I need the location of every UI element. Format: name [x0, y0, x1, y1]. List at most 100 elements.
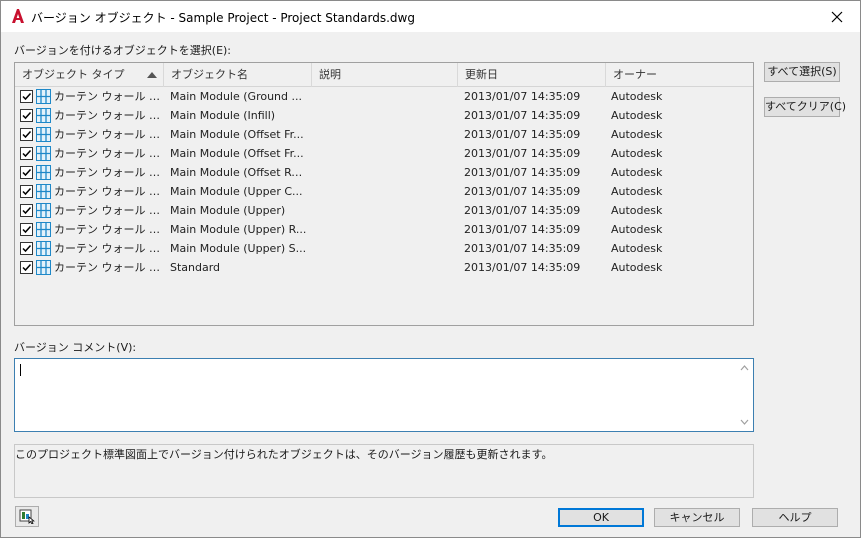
cell-type: カーテン ウォール スタ...	[54, 109, 162, 122]
close-button[interactable]	[814, 1, 860, 32]
cell-date: 2013/01/07 14:35:09	[464, 90, 581, 103]
column-header-owner[interactable]: オーナー	[606, 63, 753, 87]
row-checkbox[interactable]	[20, 242, 33, 255]
curtain-wall-icon	[36, 89, 51, 104]
table-row[interactable]: カーテン ウォール スタ... Main Module (Upper) S... 2…	[15, 239, 753, 258]
comment-label: バージョン コメント(V):	[14, 341, 137, 354]
objects-list[interactable]: オブジェクト タイプ オブジェクト名 説明 更新日 オーナー カーテン ウォール…	[14, 62, 754, 326]
column-header-date[interactable]: 更新日	[458, 63, 606, 87]
comment-scrollbar[interactable]	[736, 359, 753, 431]
cell-name: Main Module (Upper) R...	[170, 223, 307, 236]
table-row[interactable]: カーテン ウォール スタ... Main Module (Offset Re...…	[15, 163, 753, 182]
close-icon	[831, 11, 843, 22]
cell-description	[318, 144, 454, 163]
curtain-wall-icon	[36, 241, 51, 256]
cell-owner: Autodesk	[611, 147, 663, 160]
list-header: オブジェクト タイプ オブジェクト名 説明 更新日 オーナー	[15, 63, 753, 87]
curtain-wall-icon	[36, 146, 51, 161]
row-checkbox[interactable]	[20, 166, 33, 179]
curtain-wall-icon	[36, 127, 51, 142]
row-checkbox[interactable]	[20, 128, 33, 141]
cell-description	[318, 258, 454, 277]
cell-owner: Autodesk	[611, 204, 663, 217]
cell-name: Main Module (Infill)	[170, 109, 276, 122]
cell-date: 2013/01/07 14:35:09	[464, 128, 581, 141]
display-settings-button[interactable]	[15, 506, 39, 527]
title-bar: バージョン オブジェクト - Sample Project - Project …	[1, 1, 860, 32]
row-checkbox[interactable]	[20, 185, 33, 198]
cell-description	[318, 239, 454, 258]
row-checkbox[interactable]	[20, 204, 33, 217]
select-objects-label: バージョンを付けるオブジェクトを選択(E):	[14, 44, 232, 57]
cell-date: 2013/01/07 14:35:09	[464, 109, 581, 122]
row-checkbox[interactable]	[20, 109, 33, 122]
cell-name: Main Module (Offset Fr...	[170, 128, 304, 141]
cell-type: カーテン ウォール スタ...	[54, 166, 162, 179]
cell-owner: Autodesk	[611, 185, 663, 198]
table-row[interactable]: カーテン ウォール スタ... Main Module (Upper) R... 2…	[15, 220, 753, 239]
cell-date: 2013/01/07 14:35:09	[464, 166, 581, 179]
display-settings-icon	[19, 509, 35, 524]
cell-date: 2013/01/07 14:35:09	[464, 261, 581, 274]
select-all-button[interactable]: すべて選択(S)	[764, 62, 840, 82]
cell-description	[318, 220, 454, 239]
cell-description	[318, 87, 454, 106]
curtain-wall-icon	[36, 203, 51, 218]
clear-all-button[interactable]: すべてクリア(C)	[764, 97, 846, 117]
cell-name: Main Module (Upper)	[170, 204, 286, 217]
version-comment-field[interactable]	[14, 358, 754, 432]
cell-date: 2013/01/07 14:35:09	[464, 242, 581, 255]
cell-description	[318, 182, 454, 201]
cell-date: 2013/01/07 14:35:09	[464, 204, 581, 217]
scroll-down-icon[interactable]	[736, 415, 753, 429]
table-row[interactable]: カーテン ウォール スタ... Main Module (Offset Fr...…	[15, 144, 753, 163]
table-row[interactable]: カーテン ウォール スタ... Main Module (Offset Fr...…	[15, 125, 753, 144]
text-caret	[20, 364, 21, 376]
cell-owner: Autodesk	[611, 261, 663, 274]
row-checkbox[interactable]	[20, 90, 33, 103]
curtain-wall-icon	[36, 184, 51, 199]
cell-type: カーテン ウォール スタ...	[54, 223, 162, 236]
help-button[interactable]: ヘルプ	[752, 508, 838, 527]
cell-name: Main Module (Offset Re...	[170, 166, 308, 179]
ok-button[interactable]: OK	[558, 508, 644, 527]
cell-name: Main Module (Offset Fr...	[170, 147, 304, 160]
cell-owner: Autodesk	[611, 166, 663, 179]
dialog-window: バージョン オブジェクト - Sample Project - Project …	[0, 0, 861, 538]
curtain-wall-icon	[36, 165, 51, 180]
column-header-name[interactable]: オブジェクト名	[164, 63, 312, 87]
scroll-up-icon[interactable]	[736, 361, 753, 375]
table-row[interactable]: カーテン ウォール スタ... Main Module (Infill) 2013/…	[15, 106, 753, 125]
cell-name: Main Module (Ground ...	[170, 90, 302, 103]
cell-owner: Autodesk	[611, 242, 663, 255]
cell-owner: Autodesk	[611, 223, 663, 236]
column-header-type[interactable]: オブジェクト タイプ	[15, 63, 164, 87]
cell-owner: Autodesk	[611, 109, 663, 122]
cell-type: カーテン ウォール スタ...	[54, 185, 162, 198]
cell-type: カーテン ウォール スタ...	[54, 261, 162, 274]
cell-name: Main Module (Upper) S...	[170, 242, 307, 255]
row-checkbox[interactable]	[20, 261, 33, 274]
column-header-description[interactable]: 説明	[312, 63, 458, 87]
sort-ascending-icon	[147, 72, 157, 78]
cancel-button[interactable]: キャンセル	[654, 508, 740, 527]
row-checkbox[interactable]	[20, 147, 33, 160]
table-row[interactable]: カーテン ウォール スタ... Standard 2013/01/07 14:35:…	[15, 258, 753, 277]
cell-description	[318, 201, 454, 220]
cell-description	[318, 106, 454, 125]
cell-owner: Autodesk	[611, 128, 663, 141]
cell-type: カーテン ウォール スタ...	[54, 242, 162, 255]
table-row[interactable]: カーテン ウォール スタ... Main Module (Upper) 2013/0…	[15, 201, 753, 220]
window-title: バージョン オブジェクト - Sample Project - Project …	[31, 11, 415, 25]
info-panel: このプロジェクト標準図面上でバージョン付けられたオブジェクトは、そのバージョン履…	[14, 444, 754, 498]
cell-date: 2013/01/07 14:35:09	[464, 223, 581, 236]
list-rows: カーテン ウォール スタ... Main Module (Ground ... 20…	[15, 87, 753, 277]
cell-date: 2013/01/07 14:35:09	[464, 185, 581, 198]
table-row[interactable]: カーテン ウォール スタ... Main Module (Upper C... 20…	[15, 182, 753, 201]
cell-type: カーテン ウォール スタ...	[54, 128, 162, 141]
row-checkbox[interactable]	[20, 223, 33, 236]
autocad-logo-icon	[10, 8, 26, 24]
table-row[interactable]: カーテン ウォール スタ... Main Module (Ground ... 20…	[15, 87, 753, 106]
cell-name: Main Module (Upper C...	[170, 185, 303, 198]
info-text: このプロジェクト標準図面上でバージョン付けられたオブジェクトは、そのバージョン履…	[15, 448, 553, 461]
